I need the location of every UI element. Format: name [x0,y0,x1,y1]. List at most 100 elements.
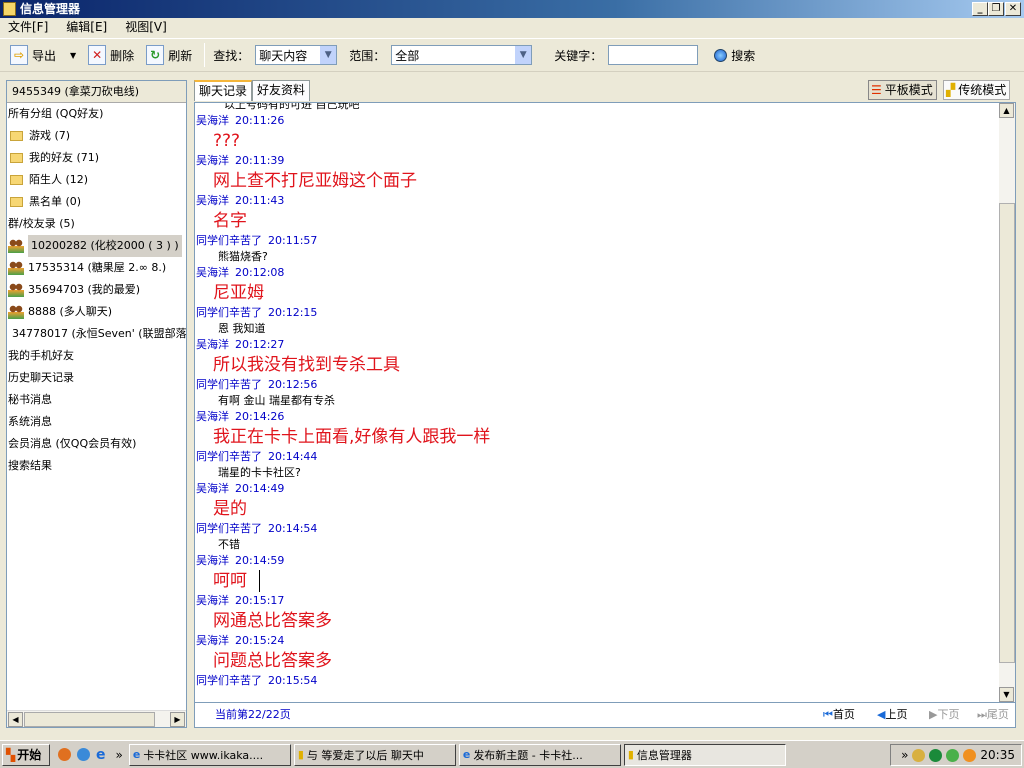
scroll-down-icon[interactable]: ▼ [999,687,1014,702]
start-button[interactable]: ▚ 开始 [2,743,50,766]
minimize-button[interactable]: _ [972,2,988,16]
sidebar-item[interactable]: 历史聊天记录 [7,367,186,389]
firefox-icon[interactable] [58,748,71,761]
chat-message-header: 同学们辛苦了 20:15:54 [196,673,996,689]
menu-edit[interactable]: 编辑[E] [66,18,107,36]
chat-message-header: 同学们辛苦了 20:14:54 [196,521,996,537]
taskbar-task[interactable]: e 卡卡社区 www.ikaka.... [128,743,291,766]
delete-label: 删除 [110,48,135,63]
delete-button[interactable]: ✕ 删除 [88,45,134,65]
message-time: 20:11:43 [235,194,285,207]
chat-message-header: 吴海洋 20:11:39 [196,153,996,169]
range-select[interactable]: 全部 ▼ [391,45,533,65]
search-button[interactable]: 搜索 [714,47,755,64]
tray-app-icon[interactable] [912,748,926,762]
sidebar-item[interactable]: 黑名单 (0) [7,191,186,213]
prev-page-button[interactable]: ◀上页 [877,703,907,727]
message-text: 恩 我知道 [218,322,266,335]
export-label: 导出 [32,48,57,63]
search-icon [714,48,728,62]
tray-more-icon[interactable]: » [901,748,908,762]
scroll-left-icon[interactable]: ◀ [8,712,23,727]
last-page-button[interactable]: ⏭尾页 [977,703,1009,727]
scroll-thumb[interactable] [24,712,155,727]
close-button[interactable]: ✕ [1005,2,1021,16]
sidebar-item[interactable]: 35694703 (我的最爱) [7,279,186,301]
chat-message-header: 同学们辛苦了 20:11:57 [196,233,996,249]
flat-mode-button[interactable]: ☰ 平板模式 [868,80,937,100]
start-label: 开始 [17,748,42,762]
group-icon [8,239,24,253]
message-time: 20:11:57 [268,234,318,247]
quicklaunch-more-icon[interactable]: » [116,748,123,762]
app-icon: ▮ [627,748,634,761]
sidebar-item[interactable]: 搜索结果 [7,455,186,477]
restore-button[interactable]: ❐ [988,2,1004,16]
refresh-button[interactable]: ↻ 刷新 [146,45,192,65]
export-dropdown-icon[interactable]: ▼ [70,51,76,60]
sidebar-item-label: 秘书消息 [8,393,52,406]
toolbar-separator [204,43,206,67]
sidebar-item[interactable]: 8888 (多人聊天) [7,301,186,323]
chat-message-header: 吴海洋 20:15:24 [196,633,996,649]
qq-icon[interactable] [77,748,90,761]
sender-name: 吴海洋 [196,338,229,351]
sidebar-item[interactable]: 10200282 (化校2000 ( 3 ) ) [7,235,186,257]
first-page-button[interactable]: ⏮首页 [823,703,855,727]
sidebar-item[interactable]: 所有分组 (QQ好友) [7,103,186,125]
horizontal-scrollbar[interactable]: ◀ ▶ [7,710,186,727]
keyword-label: 关键字： [554,48,603,63]
tab-chat-history[interactable]: 聊天记录 [194,80,253,101]
title-bar: 信息管理器 _ ❐ ✕ [0,0,1024,18]
sidebar-item-label: 所有分组 (QQ好友) [8,107,104,120]
keyword-input[interactable] [608,45,699,65]
sidebar-item-label: 陌生人 (12) [29,173,89,186]
chat-message-header: 吴海洋 20:14:49 [196,481,996,497]
tray-security-icon[interactable] [929,748,943,762]
menu-file[interactable]: 文件[F] [8,18,48,36]
search-label: 搜索 [731,48,756,63]
chat-message-header: 吴海洋 20:12:08 [196,265,996,281]
sidebar-item[interactable]: 系统消息 [7,411,186,433]
export-button[interactable]: ⇨ 导出 ▼ [10,45,76,65]
taskbar-task[interactable]: e 发布新主题 - 卡卡社... [458,743,621,766]
taskbar-task[interactable]: ▮ 与 等爱走了以后 聊天中 [293,743,456,766]
sidebar-item[interactable]: 秘书消息 [7,389,186,411]
message-text: 尼亚姆 [213,283,264,303]
message-text: 不错 [218,538,240,551]
sidebar-item-label: 会员消息 (仅QQ会员有效) [8,437,137,450]
sidebar-item[interactable]: 会员消息 (仅QQ会员有效) [7,433,186,455]
sidebar-item[interactable]: 陌生人 (12) [7,169,186,191]
ie-icon: e [462,748,471,761]
next-page-label: 下页 [937,708,960,721]
chat-message-text: 名字 [196,209,996,233]
chat-footer: 当前第22/22页 ⏮首页 ◀上页 ▶下页 ⏭尾页 [194,703,1016,728]
first-page-icon: ⏮ [823,708,833,721]
tray-qq-icon[interactable] [946,748,960,762]
taskbar-task[interactable]: ▮ 信息管理器 [623,743,786,766]
menu-view[interactable]: 视图[V] [125,18,167,36]
message-text: 熊猫烧香? [218,250,268,263]
sidebar-item[interactable]: 群/校友录 (5) [7,213,186,235]
window-title: 信息管理器 [20,2,81,16]
sidebar-item[interactable]: 游戏 (7) [7,125,186,147]
classic-mode-button[interactable]: ▞ 传统模式 [943,80,1011,100]
vertical-scrollbar[interactable]: ▲ ▼ [999,103,1015,702]
scroll-thumb[interactable] [999,203,1015,663]
sender-name: 同学们辛苦了 [196,234,262,247]
ie-icon[interactable]: e [96,747,106,763]
tab-friend-info[interactable]: 好友资料 [252,80,311,101]
scroll-up-icon[interactable]: ▲ [999,103,1014,118]
sidebar-item[interactable]: 34778017 (永恒Seven' (联盟部落)) [7,323,186,345]
find-select[interactable]: 聊天内容 ▼ [255,45,338,65]
sidebar-item[interactable]: 我的好友 (71) [7,147,186,169]
sender-name: 吴海洋 [196,410,229,423]
sidebar-item[interactable]: 我的手机好友 [7,345,186,367]
scroll-right-icon[interactable]: ▶ [170,712,185,727]
chevron-down-icon: ▼ [320,46,337,64]
sender-name: 吴海洋 [196,634,229,647]
sidebar-item[interactable]: 17535314 (糖果屋 2.∞ 8.) [7,257,186,279]
tray-media-icon[interactable] [963,748,977,762]
page-info: 当前第22/22页 [215,708,291,721]
next-page-button[interactable]: ▶下页 [929,703,959,727]
